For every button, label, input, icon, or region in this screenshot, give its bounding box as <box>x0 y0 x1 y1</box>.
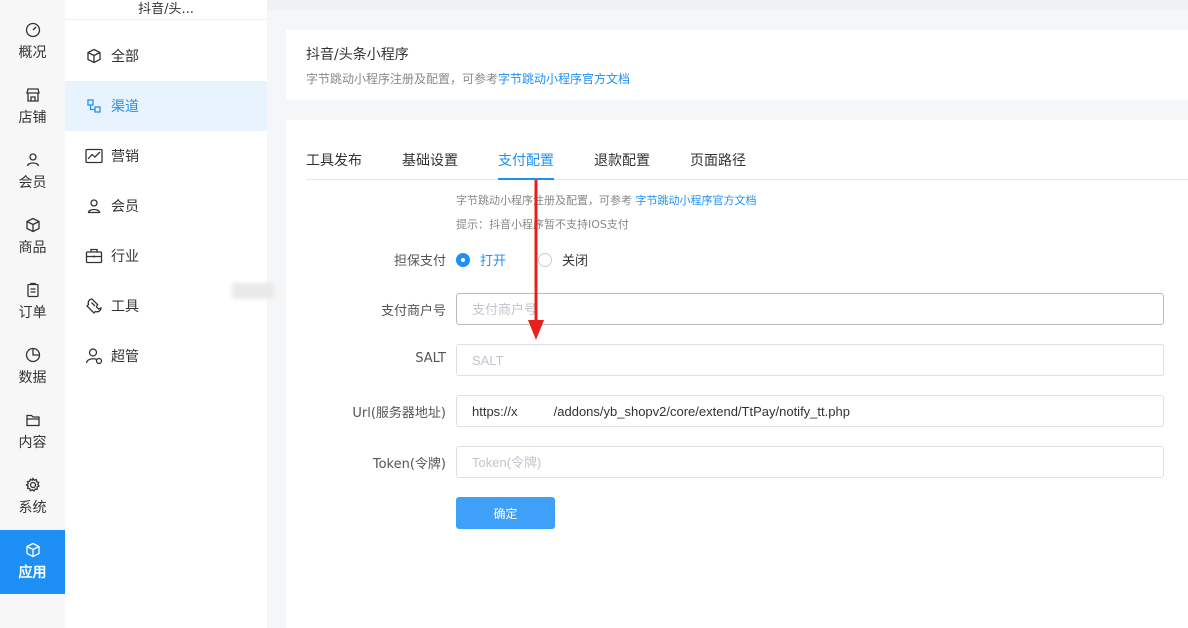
sub-item-marketing[interactable]: 营销 <box>65 131 267 181</box>
radio-label: 打开 <box>480 254 507 269</box>
config-hint-text: 字节跳动小程序注册及配置，可参考 <box>456 194 636 207</box>
rail-item-label: 应用 <box>18 565 47 581</box>
official-docs-link[interactable]: 字节跳动小程序官方文档 <box>498 72 630 86</box>
config-docs-link[interactable]: 字节跳动小程序官方文档 <box>636 194 757 207</box>
rail-item-app[interactable]: 应用 <box>0 530 65 594</box>
token-label: Token(令牌) <box>372 457 446 472</box>
rail-item-label: 内容 <box>18 435 47 451</box>
sub-item-label: 行业 <box>111 249 139 265</box>
tab-payment-config[interactable]: 支付配置 <box>498 150 554 180</box>
token-input[interactable] <box>456 446 1164 478</box>
cube-icon <box>25 542 41 558</box>
cube-icon <box>85 47 103 65</box>
rail-item-system[interactable]: 系统 <box>0 465 65 529</box>
pie-chart-icon <box>25 347 41 363</box>
sub-nav: 抖音/头... 全部 渠道 营销 会员 行业 工具 超管 <box>65 0 267 628</box>
escrow-label: 担保支付 <box>393 254 446 269</box>
trend-icon <box>85 147 103 165</box>
radio-label: 关闭 <box>562 254 589 269</box>
sub-item-industry[interactable]: 行业 <box>65 231 267 281</box>
sub-item-label: 工具 <box>111 299 139 315</box>
briefcase-icon <box>85 247 103 265</box>
rail-item-store[interactable]: 店铺 <box>0 75 65 139</box>
channel-icon <box>85 97 103 115</box>
sub-item-label: 营销 <box>111 149 139 165</box>
salt-input[interactable] <box>456 344 1164 376</box>
rail-item-member[interactable]: 会员 <box>0 140 65 204</box>
folder-icon <box>25 412 41 428</box>
sub-item-channel[interactable]: 渠道 <box>65 81 267 131</box>
sub-item-label: 全部 <box>111 49 139 65</box>
settings-card: 工具发布 基础设置 支付配置 退款配置 页面路径 字节跳动小程序注册及配置，可参… <box>286 120 1188 628</box>
page-title: 抖音/头条小程序 <box>306 47 409 63</box>
sub-item-admin[interactable]: 超管 <box>65 331 267 381</box>
url-label: Url(服务器地址) <box>352 406 446 421</box>
dashboard-icon <box>25 22 41 38</box>
sub-item-label: 超管 <box>111 349 139 365</box>
rail-item-label: 会员 <box>18 175 47 191</box>
rail-item-data[interactable]: 数据 <box>0 335 65 399</box>
rail-item-label: 数据 <box>18 370 47 386</box>
top-strip <box>267 0 1188 10</box>
user-icon <box>25 152 41 168</box>
rail-item-label: 订单 <box>18 305 47 321</box>
radio-dot <box>538 252 552 267</box>
tab-page-path[interactable]: 页面路径 <box>690 150 746 180</box>
rail-item-content[interactable]: 内容 <box>0 400 65 464</box>
user-icon <box>85 197 103 215</box>
merchant-id-input[interactable] <box>456 293 1164 325</box>
tab-basic-settings[interactable]: 基础设置 <box>402 150 458 180</box>
sub-item-all[interactable]: 全部 <box>65 31 267 81</box>
admin-icon <box>85 347 103 365</box>
rail-item-goods[interactable]: 商品 <box>0 205 65 269</box>
box-icon <box>25 217 41 233</box>
ios-hint: 提示：抖音小程序暂不支持IOS支付 <box>456 218 629 231</box>
url-input[interactable] <box>456 395 1164 427</box>
rail-item-overview[interactable]: 概况 <box>0 10 65 74</box>
escrow-off-radio[interactable]: 关闭 <box>538 250 588 269</box>
gear-icon <box>24 477 41 493</box>
page-header-card: 抖音/头条小程序 字节跳动小程序注册及配置，可参考字节跳动小程序官方文档 <box>286 30 1188 100</box>
clipboard-icon <box>25 282 41 298</box>
rail-item-label: 店铺 <box>18 110 47 126</box>
main-rail: 概况 店铺 会员 商品 订单 数据 内容 系统 应用 <box>0 0 65 628</box>
tab-refund-config[interactable]: 退款配置 <box>594 150 650 180</box>
submit-button[interactable]: 确定 <box>456 497 555 529</box>
rail-item-label: 系统 <box>18 500 47 516</box>
sub-item-label: 会员 <box>111 199 139 215</box>
tab-bar: 工具发布 基础设置 支付配置 退款配置 页面路径 <box>306 150 1188 180</box>
sub-item-label: 渠道 <box>111 99 139 115</box>
sub-item-member[interactable]: 会员 <box>65 181 267 231</box>
store-icon <box>25 87 41 103</box>
tab-tool-release[interactable]: 工具发布 <box>306 150 362 180</box>
wrench-icon <box>85 297 103 315</box>
rail-item-order[interactable]: 订单 <box>0 270 65 334</box>
salt-label: SALT <box>415 351 446 366</box>
rail-item-label: 商品 <box>18 240 47 256</box>
merchant-label: 支付商户号 <box>380 304 446 319</box>
config-hint: 字节跳动小程序注册及配置，可参考 字节跳动小程序官方文档 <box>456 192 757 208</box>
page-description: 字节跳动小程序注册及配置，可参考字节跳动小程序官方文档 <box>306 70 1168 87</box>
radio-dot <box>456 252 470 267</box>
escrow-on-radio[interactable]: 打开 <box>456 250 506 269</box>
subnav-header: 抖音/头... <box>65 0 267 20</box>
rail-item-label: 概况 <box>18 45 47 61</box>
redacted-domain-blur <box>232 283 274 299</box>
page-description-text: 字节跳动小程序注册及配置，可参考 <box>306 72 499 86</box>
